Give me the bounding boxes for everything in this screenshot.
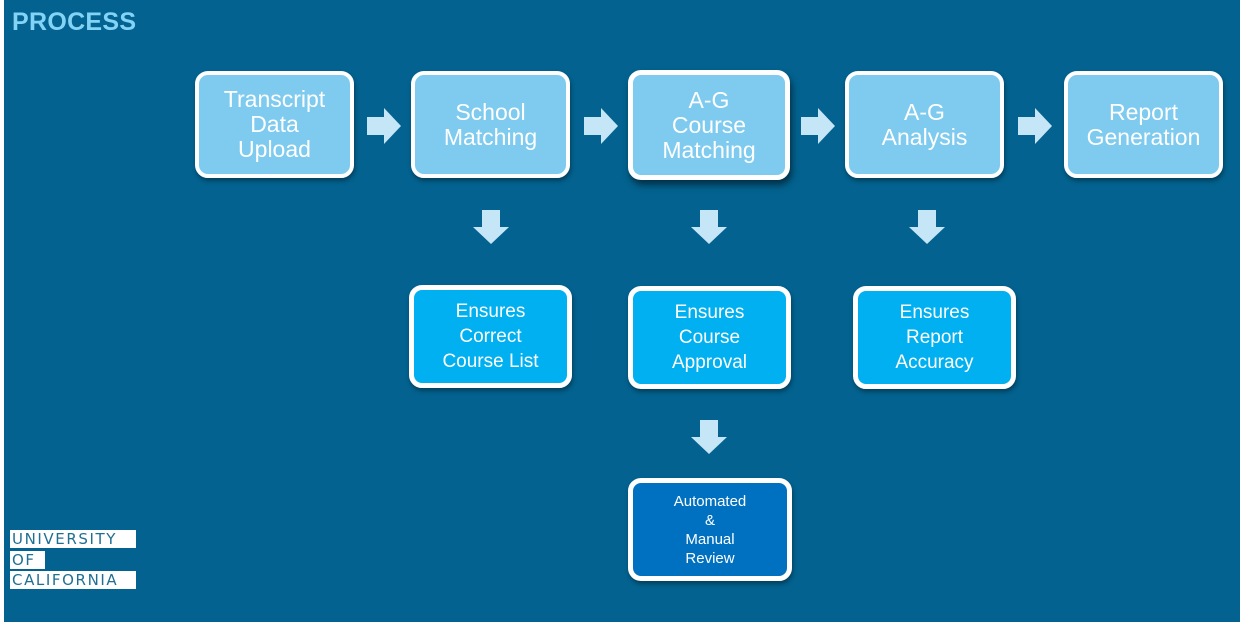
right-arrow-icon (1018, 108, 1052, 144)
down-arrow-icon (691, 420, 727, 454)
down-arrow-icon (691, 210, 727, 244)
check-correct-course-list: Ensures Correct Course List (409, 285, 572, 388)
step-school-matching: School Matching (411, 71, 570, 178)
right-arrow-icon (584, 108, 618, 144)
logo-line: UNIVERSITY (10, 530, 136, 548)
automated-manual-review: Automated & Manual Review (628, 478, 792, 581)
slide: PROCESS Transcript Data Upload School Ma… (4, 0, 1240, 622)
check-label-line: Course List (442, 351, 539, 372)
step-label-line: Matching (662, 136, 756, 163)
review-label-line: Automated (673, 492, 747, 510)
review-label-line: Manual (685, 530, 735, 548)
step-label-line: Data (250, 111, 299, 137)
step-label-line: A-G (904, 98, 945, 125)
step-label-line: Course (671, 111, 747, 138)
check-label-line: Course (678, 327, 741, 348)
check-label-line: Ensures (899, 302, 970, 323)
step-label-line: Report (1108, 98, 1179, 125)
step-label-line: Transcript (223, 86, 326, 112)
logo-line: CALIFORNIA (10, 571, 136, 589)
right-arrow-icon (801, 108, 835, 144)
logo-line: OF (10, 550, 45, 569)
check-label-line: Ensures (455, 301, 526, 322)
step-label-line: Matching (443, 123, 538, 150)
step-label-line: A-G (688, 86, 730, 113)
down-arrow-icon (473, 210, 509, 244)
step-a-g-analysis: A-G Analysis (845, 71, 1004, 178)
check-course-approval: Ensures Course Approval (628, 286, 791, 389)
slide-title: PROCESS (12, 8, 137, 36)
step-a-g-course-matching: A-G Course Matching (628, 70, 790, 180)
step-label-line: School (455, 98, 526, 125)
step-report-generation: Report Generation (1064, 71, 1223, 178)
check-label-line: Approval (672, 352, 747, 373)
step-label-line: Analysis (881, 123, 968, 150)
right-arrow-icon (367, 108, 401, 144)
review-label-line: & (704, 511, 715, 529)
check-label-line: Ensures (674, 302, 745, 323)
step-label-line: Generation (1086, 123, 1201, 150)
university-of-california-logo: UNIVERSITY OF CALIFORNIA (10, 530, 136, 592)
check-label-line: Accuracy (895, 352, 974, 373)
step-transcript-data-upload: Transcript Data Upload (195, 71, 354, 178)
review-label-line: Review (685, 549, 735, 567)
check-label-line: Correct (459, 326, 522, 347)
down-arrow-icon (909, 210, 945, 244)
check-report-accuracy: Ensures Report Accuracy (853, 286, 1016, 389)
step-label-line: Upload (238, 136, 311, 162)
check-label-line: Report (905, 327, 963, 348)
